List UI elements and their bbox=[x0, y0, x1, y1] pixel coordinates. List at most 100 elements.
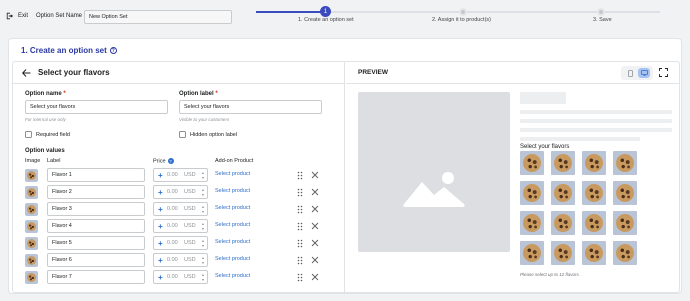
spinner-icon[interactable]: ▲ ▼ bbox=[201, 239, 205, 248]
option-image-thumbnail[interactable] bbox=[25, 237, 38, 250]
drag-handle-icon[interactable] bbox=[297, 171, 303, 180]
spinner-icon[interactable]: ▲ ▼ bbox=[201, 256, 205, 265]
drag-handle-icon[interactable] bbox=[297, 256, 303, 265]
select-product-link[interactable]: Select product bbox=[215, 205, 250, 211]
preview-swatch[interactable] bbox=[520, 211, 544, 235]
step-3-indicator[interactable] bbox=[597, 8, 605, 16]
price-field[interactable]: +0.00 USD ▲ ▼ bbox=[153, 253, 208, 267]
price-field[interactable]: +0.00 USD ▲ ▼ bbox=[153, 236, 208, 250]
option-label-field[interactable]: Flavor 7 bbox=[47, 270, 145, 284]
currency-label: USD bbox=[184, 240, 196, 246]
option-label-field[interactable]: Flavor 1 bbox=[47, 168, 145, 182]
price-field[interactable]: +0.00 USD ▲ ▼ bbox=[153, 219, 208, 233]
spinner-icon[interactable]: ▲ ▼ bbox=[201, 188, 205, 197]
preview-swatch[interactable] bbox=[582, 211, 606, 235]
remove-icon[interactable] bbox=[311, 239, 319, 247]
option-label-field[interactable]: Flavor 6 bbox=[47, 253, 145, 267]
step-2-indicator[interactable] bbox=[459, 8, 467, 16]
drag-handle-icon[interactable] bbox=[297, 273, 303, 282]
option-image-thumbnail[interactable] bbox=[25, 186, 38, 199]
preview-swatch[interactable] bbox=[551, 181, 575, 205]
preview-swatch[interactable] bbox=[520, 181, 544, 205]
exit-button[interactable]: Exit bbox=[6, 12, 28, 20]
preview-swatch[interactable] bbox=[613, 241, 637, 265]
cookie-image bbox=[27, 171, 36, 180]
preview-swatch[interactable] bbox=[520, 241, 544, 265]
fullscreen-icon[interactable] bbox=[659, 68, 668, 77]
plus-icon[interactable]: + bbox=[158, 255, 163, 266]
price-field[interactable]: +0.00 USD ▲ ▼ bbox=[153, 270, 208, 284]
remove-icon[interactable] bbox=[311, 273, 319, 281]
select-product-link[interactable]: Select product bbox=[215, 188, 250, 194]
preview-swatch[interactable] bbox=[613, 181, 637, 205]
plus-icon[interactable]: + bbox=[158, 272, 163, 283]
currency-label: USD bbox=[184, 172, 196, 178]
remove-icon[interactable] bbox=[311, 222, 319, 230]
plus-icon[interactable]: + bbox=[158, 170, 163, 181]
spinner-icon[interactable]: ▲ ▼ bbox=[201, 273, 205, 282]
price-field[interactable]: +0.00 USD ▲ ▼ bbox=[153, 185, 208, 199]
plus-icon[interactable]: + bbox=[158, 238, 163, 249]
option-image-thumbnail[interactable] bbox=[25, 271, 38, 284]
preview-swatch[interactable] bbox=[613, 211, 637, 235]
cookie-image bbox=[27, 239, 36, 248]
remove-icon[interactable] bbox=[311, 256, 319, 264]
select-product-link[interactable]: Select product bbox=[215, 256, 250, 262]
price-field[interactable]: +0.00 USD ▲ ▼ bbox=[153, 168, 208, 182]
select-product-link[interactable]: Select product bbox=[215, 239, 250, 245]
option-label-field[interactable]: Flavor 3 bbox=[47, 202, 145, 216]
hidden-option-label-checkbox[interactable] bbox=[179, 131, 186, 138]
spinner-icon[interactable]: ▲ ▼ bbox=[201, 171, 205, 180]
desktop-view-button[interactable] bbox=[638, 68, 650, 78]
price-value: 0.00 bbox=[167, 206, 178, 212]
option-label-field[interactable]: Flavor 4 bbox=[47, 219, 145, 233]
help-icon[interactable]: ? bbox=[109, 47, 117, 54]
step-1-indicator[interactable]: 1 bbox=[320, 6, 331, 17]
cookie-image bbox=[523, 244, 541, 262]
preview-swatch[interactable] bbox=[551, 211, 575, 235]
preview-swatch[interactable] bbox=[582, 241, 606, 265]
option-image-thumbnail[interactable] bbox=[25, 169, 38, 182]
remove-icon[interactable] bbox=[311, 188, 319, 196]
option-values-heading: Option values bbox=[25, 148, 65, 154]
select-product-link[interactable]: Select product bbox=[215, 171, 250, 177]
back-arrow-icon[interactable] bbox=[22, 69, 31, 77]
drag-handle-icon[interactable] bbox=[297, 188, 303, 197]
option-name-input[interactable] bbox=[25, 100, 168, 114]
option-label-label: Option label * bbox=[179, 91, 218, 97]
col-price: Price? bbox=[153, 158, 174, 165]
preview-swatch[interactable] bbox=[551, 151, 575, 175]
select-product-link[interactable]: Select product bbox=[215, 222, 250, 228]
remove-icon[interactable] bbox=[311, 171, 319, 179]
hidden-option-label-text: Hidden option label bbox=[190, 132, 238, 138]
required-field-checkbox[interactable] bbox=[25, 131, 32, 138]
option-image-thumbnail[interactable] bbox=[25, 220, 38, 233]
option-set-name-input[interactable] bbox=[84, 10, 232, 24]
spinner-icon[interactable]: ▲ ▼ bbox=[201, 222, 205, 231]
price-field[interactable]: +0.00 USD ▲ ▼ bbox=[153, 202, 208, 216]
preview-swatch[interactable] bbox=[582, 181, 606, 205]
option-label-input[interactable] bbox=[179, 100, 322, 114]
price-info-icon[interactable]: ? bbox=[167, 158, 174, 164]
cookie-image bbox=[554, 244, 572, 262]
option-image-thumbnail[interactable] bbox=[25, 203, 38, 216]
preview-swatch[interactable] bbox=[520, 151, 544, 175]
option-name-label: Option name * bbox=[25, 91, 66, 97]
select-product-link[interactable]: Select product bbox=[215, 273, 250, 279]
plus-icon[interactable]: + bbox=[158, 187, 163, 198]
option-label-field[interactable]: Flavor 5 bbox=[47, 236, 145, 250]
spinner-icon[interactable]: ▲ ▼ bbox=[201, 205, 205, 214]
drag-handle-icon[interactable] bbox=[297, 205, 303, 214]
drag-handle-icon[interactable] bbox=[297, 222, 303, 231]
cookie-image bbox=[616, 154, 634, 172]
preview-swatch[interactable] bbox=[582, 151, 606, 175]
drag-handle-icon[interactable] bbox=[297, 239, 303, 248]
mobile-view-button[interactable] bbox=[624, 68, 636, 78]
preview-swatch[interactable] bbox=[551, 241, 575, 265]
preview-swatch[interactable] bbox=[613, 151, 637, 175]
plus-icon[interactable]: + bbox=[158, 221, 163, 232]
plus-icon[interactable]: + bbox=[158, 204, 163, 215]
option-label-field[interactable]: Flavor 2 bbox=[47, 185, 145, 199]
remove-icon[interactable] bbox=[311, 205, 319, 213]
option-image-thumbnail[interactable] bbox=[25, 254, 38, 267]
